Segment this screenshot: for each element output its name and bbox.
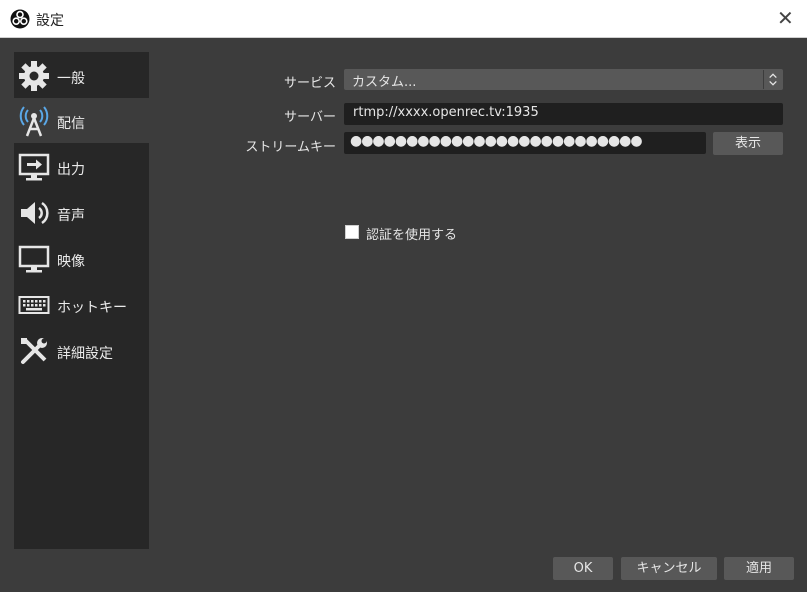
keyboard-icon (18, 296, 50, 314)
auth-checkbox[interactable] (345, 225, 359, 239)
server-input[interactable]: rtmp://xxxx.openrec.tv:1935 (344, 103, 783, 125)
sidebar-item-stream[interactable]: 配信 (14, 98, 149, 143)
sidebar-item-label: 詳細設定 (57, 346, 113, 362)
stream-key-input[interactable]: ●●●●●●●●●●●●●●●●●●●●●●●●●● (344, 132, 706, 154)
speaker-icon (21, 201, 49, 225)
chevron-updown-icon (763, 70, 777, 89)
settings-sidebar: 一般 配信 出力 音声 映像 ホットキー 詳細設定 (14, 52, 149, 549)
sidebar-item-output[interactable]: 出力 (14, 144, 149, 189)
sidebar-item-label: 一般 (57, 71, 85, 87)
show-key-button[interactable]: 表示 (713, 132, 783, 155)
stream-key-value: ●●●●●●●●●●●●●●●●●●●●●●●●●● (350, 133, 643, 149)
stream-key-label: ストリームキー (245, 140, 336, 155)
broadcast-tower-icon (19, 106, 49, 137)
title-bar: 設定 ✕ (0, 0, 807, 38)
server-label: サーバー (284, 110, 336, 125)
service-label: サービス (283, 76, 336, 91)
sidebar-item-audio[interactable]: 音声 (14, 190, 149, 235)
obs-logo-icon (10, 9, 30, 29)
service-value: カスタム... (352, 75, 417, 90)
tools-icon (21, 338, 47, 364)
sidebar-item-advanced[interactable]: 詳細設定 (14, 328, 149, 373)
sidebar-item-label: 配信 (57, 116, 85, 132)
sidebar-item-video[interactable]: 映像 (14, 236, 149, 281)
auth-checkbox-label[interactable]: 認証を使用する (366, 224, 457, 243)
cancel-button[interactable]: キャンセル (621, 557, 717, 580)
sidebar-item-general[interactable]: 一般 (14, 53, 149, 98)
sidebar-item-hotkeys[interactable]: ホットキー (14, 282, 149, 327)
close-icon[interactable]: ✕ (777, 8, 794, 28)
monitor-icon (18, 245, 50, 273)
apply-button[interactable]: 適用 (724, 557, 794, 580)
window-title: 設定 (36, 13, 64, 29)
server-value: rtmp://xxxx.openrec.tv:1935 (353, 105, 539, 120)
ok-button[interactable]: OK (553, 557, 613, 580)
sidebar-item-label: 出力 (57, 162, 85, 178)
sidebar-item-label: 音声 (57, 208, 85, 224)
sidebar-item-label: ホットキー (57, 300, 127, 316)
gear-icon (19, 61, 49, 91)
service-select[interactable]: カスタム... (344, 69, 783, 90)
sidebar-item-label: 映像 (57, 254, 85, 270)
output-monitor-icon (18, 153, 50, 181)
